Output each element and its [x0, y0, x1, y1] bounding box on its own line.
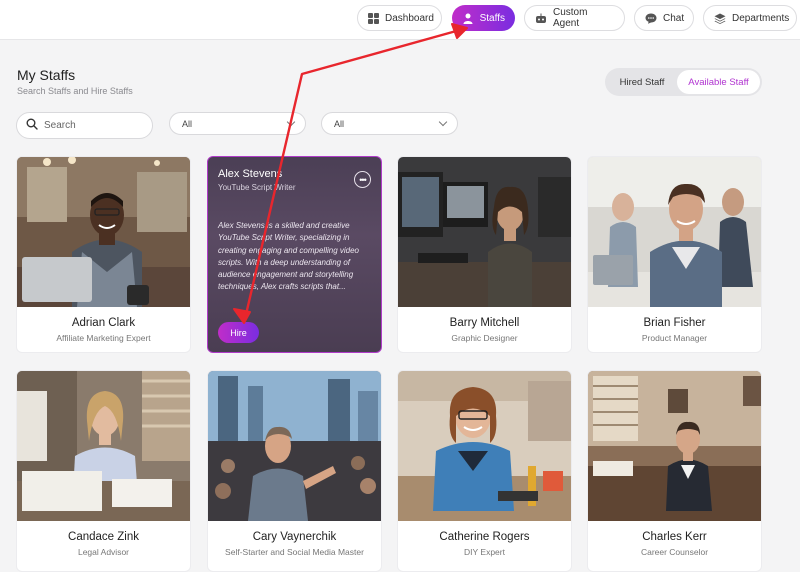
nav-chat-button[interactable]: Chat	[634, 5, 694, 31]
nav-chat-label: Chat	[663, 12, 685, 24]
chevron-down-icon	[438, 117, 448, 127]
robot-icon	[535, 12, 547, 24]
hired-staff-tab[interactable]: Hired Staff	[607, 70, 677, 94]
nav-departments-button[interactable]: Departments	[703, 5, 797, 31]
user-icon	[462, 12, 474, 24]
staff-name: Brian Fisher	[643, 317, 706, 329]
staff-photo	[17, 157, 190, 307]
nav-dashboard-button[interactable]: Dashboard	[357, 5, 442, 31]
staff-role: Career Counselor	[640, 547, 709, 557]
nav-custom-agent-button[interactable]: Custom Agent	[524, 5, 625, 31]
search-icon	[26, 117, 38, 135]
staff-name: Alex Stevens	[218, 168, 283, 180]
chevron-down-icon	[286, 117, 296, 127]
filter-select-1[interactable]: All	[169, 112, 306, 135]
nav-staffs-button[interactable]: Staffs	[452, 5, 515, 31]
staff-card-catherine-rogers[interactable]: Catherine Rogers DIY Expert	[397, 370, 572, 572]
top-nav-bar: Dashboard Staffs Custom Agent Chat Depar…	[0, 0, 800, 40]
staff-card-adrian-clark[interactable]: Adrian Clark Affiliate Marketing Expert	[16, 156, 191, 353]
staff-role: Product Manager	[641, 333, 708, 343]
nav-departments-label: Departments	[732, 12, 790, 24]
hire-button[interactable]: Hire	[218, 322, 259, 343]
staff-photo	[17, 371, 190, 521]
staff-name: Charles Kerr	[642, 531, 707, 543]
staff-photo	[588, 371, 761, 521]
staff-name: Cary Vaynerchik	[252, 531, 337, 543]
chat-bubble-icon	[645, 12, 657, 24]
staff-role: DIY Expert	[464, 547, 505, 557]
staff-photo	[588, 157, 761, 307]
staff-filter-toggle: Hired Staff Available Staff	[605, 68, 762, 96]
layers-icon	[714, 12, 726, 24]
staff-card-alex-stevens[interactable]: Alex Stevens YouTube Script Writer ••• A…	[207, 156, 382, 353]
staff-role: Self-Starter and Social Media Master	[225, 547, 364, 557]
search-input[interactable]	[44, 120, 144, 131]
staff-role: Graphic Designer	[451, 333, 518, 343]
staff-photo	[208, 371, 381, 521]
nav-staffs-label: Staffs	[479, 12, 505, 24]
staff-description: Alex Stevens is a skilled and creative Y…	[218, 221, 359, 292]
filter-select-1-value: All	[182, 118, 193, 129]
page-title: My Staffs	[17, 67, 76, 83]
available-staff-tab[interactable]: Available Staff	[677, 70, 760, 94]
page-subtitle: Search Staffs and Hire Staffs	[17, 86, 133, 96]
nav-custom-agent-label: Custom Agent	[553, 7, 588, 29]
filter-select-2[interactable]: All	[321, 112, 458, 135]
filter-select-2-value: All	[334, 118, 345, 129]
staff-role: Legal Advisor	[77, 547, 130, 557]
staff-name: Candace Zink	[68, 531, 139, 543]
staff-card-candace-zink[interactable]: Candace Zink Legal Advisor	[16, 370, 191, 572]
staff-card-brian-fisher[interactable]: Brian Fisher Product Manager	[587, 156, 762, 353]
staff-role: YouTube Script Writer	[218, 183, 296, 192]
grid-icon	[368, 12, 379, 24]
staff-photo	[398, 157, 571, 307]
staff-card-charles-kerr[interactable]: Charles Kerr Career Counselor	[587, 370, 762, 572]
more-options-icon[interactable]: •••	[354, 171, 371, 188]
staff-name: Adrian Clark	[71, 317, 136, 329]
staff-name: Barry Mitchell	[449, 317, 520, 329]
search-box[interactable]	[16, 112, 153, 139]
staff-photo	[398, 371, 571, 521]
nav-dashboard-label: Dashboard	[385, 12, 434, 24]
staff-card-barry-mitchell[interactable]: Barry Mitchell Graphic Designer	[397, 156, 572, 353]
staff-card-cary-vaynerchik[interactable]: Cary Vaynerchik Self-Starter and Social …	[207, 370, 382, 572]
staff-role: Affiliate Marketing Expert	[56, 333, 151, 343]
staff-name: Catherine Rogers	[439, 531, 530, 543]
